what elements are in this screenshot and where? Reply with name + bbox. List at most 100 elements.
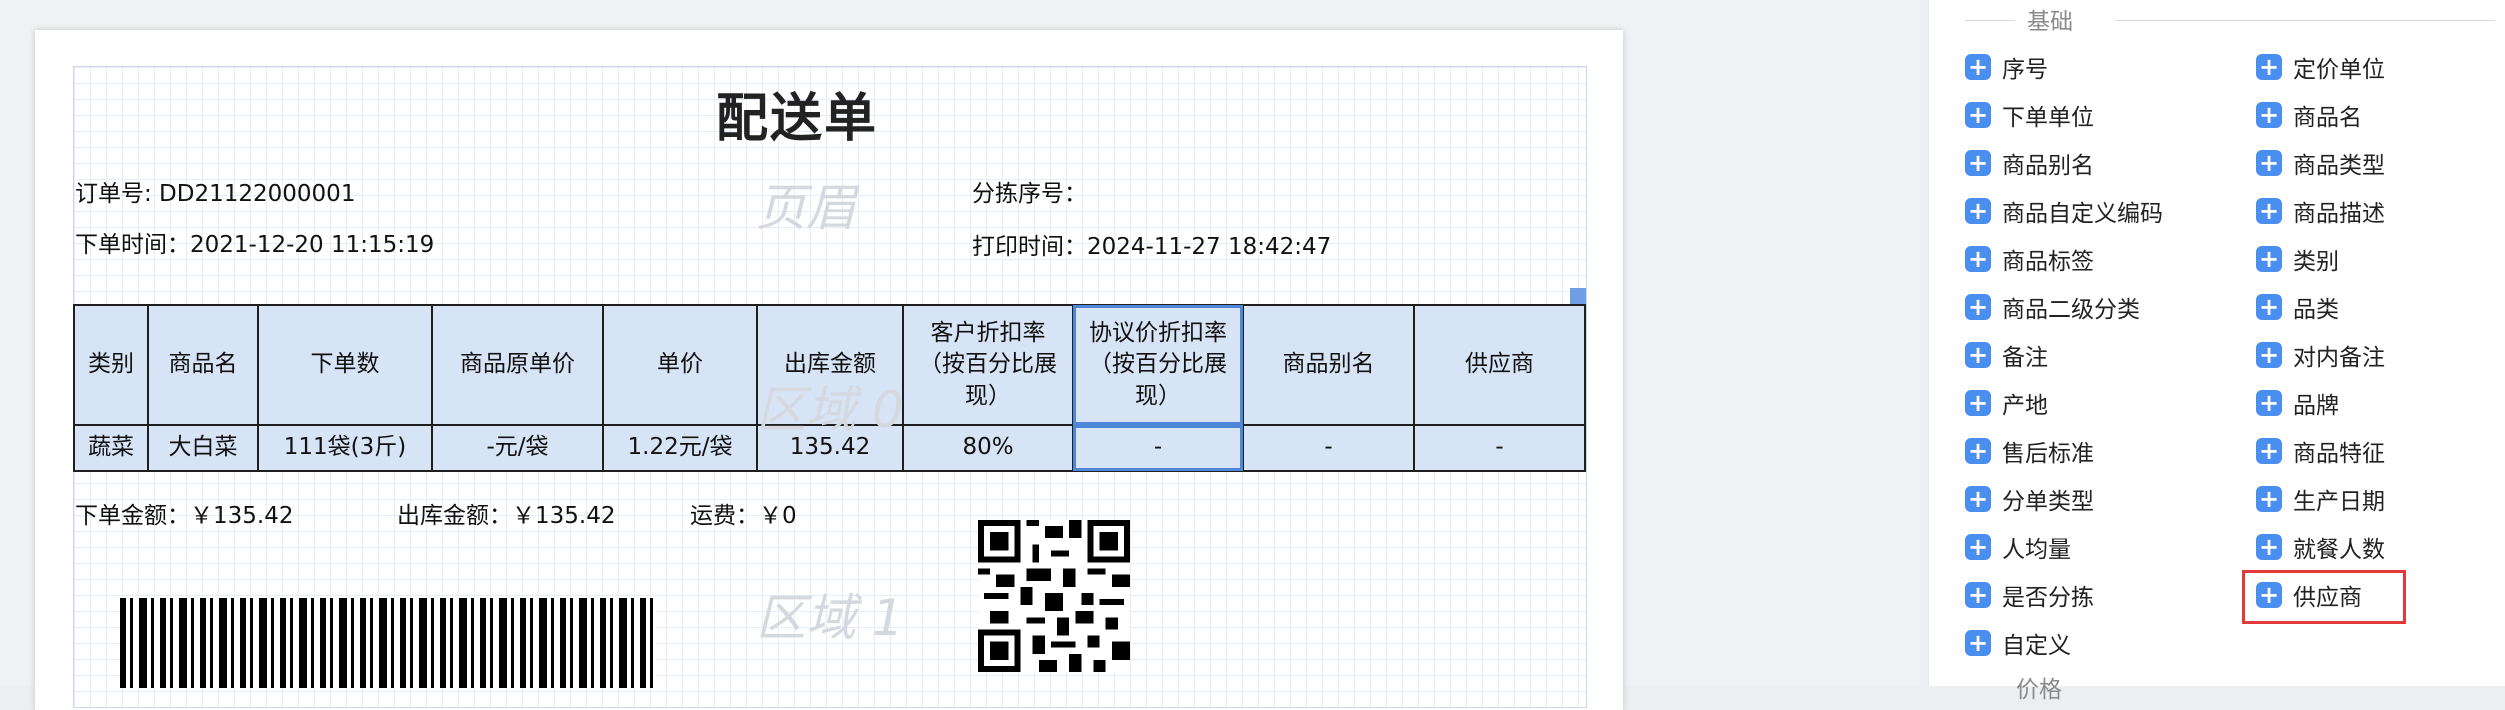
plus-icon[interactable]: +: [2256, 486, 2282, 512]
field-item[interactable]: + 就餐人数: [2256, 529, 2385, 565]
table-cell[interactable]: 蔬菜: [73, 424, 149, 472]
plus-icon[interactable]: +: [2256, 390, 2282, 416]
divider: [2115, 20, 2495, 21]
field-item[interactable]: + 品牌: [2256, 385, 2339, 421]
plus-icon[interactable]: +: [1965, 438, 1991, 464]
field-item[interactable]: + 商品类型: [2256, 145, 2385, 181]
field-item[interactable]: + 商品别名: [1965, 145, 2094, 181]
field-item[interactable]: + 商品自定义编码: [1965, 193, 2163, 229]
order-time-field[interactable]: 下单时间：2021-12-20 11:15:19: [75, 225, 434, 259]
field-item-label: 类别: [2293, 249, 2339, 275]
plus-icon[interactable]: +: [2256, 246, 2282, 272]
table-cell[interactable]: 大白菜: [147, 424, 259, 472]
table-cell[interactable]: 80%: [902, 424, 1074, 472]
field-item-label: 备注: [2002, 345, 2048, 371]
plus-icon[interactable]: +: [1965, 150, 1991, 176]
field-item-label: 商品描述: [2293, 201, 2385, 227]
plus-icon[interactable]: +: [1965, 582, 1991, 608]
plus-icon[interactable]: +: [1965, 294, 1991, 320]
plus-icon[interactable]: +: [1965, 342, 1991, 368]
field-item[interactable]: + 人均量: [1965, 529, 2071, 565]
field-item-label: 自定义: [2002, 633, 2071, 659]
print-time-field[interactable]: 打印时间：2024-11-27 18:42:47: [972, 227, 1331, 261]
highlight-box-supplier: [2242, 570, 2406, 624]
field-item[interactable]: + 对内备注: [2256, 337, 2385, 373]
plus-icon[interactable]: +: [1965, 486, 1991, 512]
table-cell[interactable]: -: [1413, 424, 1586, 472]
plus-icon[interactable]: +: [2256, 54, 2282, 80]
section-title-price: 价格: [2016, 677, 2062, 703]
field-item[interactable]: + 商品描述: [2256, 193, 2385, 229]
plus-icon[interactable]: +: [1965, 102, 1991, 128]
table-header-cell[interactable]: 下单数: [257, 304, 433, 426]
plus-icon[interactable]: +: [1965, 534, 1991, 560]
field-item[interactable]: + 分单类型: [1965, 481, 2094, 517]
table-header-cell[interactable]: 单价: [602, 304, 758, 426]
qrcode-image[interactable]: [978, 520, 1130, 672]
field-item-label: 定价单位: [2293, 57, 2385, 83]
header-watermark: 页眉: [756, 179, 856, 237]
field-item-label: 商品特征: [2293, 441, 2385, 467]
region0-watermark: 区域 0: [756, 381, 904, 439]
order-amount-field[interactable]: 下单金额：￥135.42: [75, 496, 293, 530]
field-item[interactable]: + 是否分拣: [1965, 577, 2094, 613]
table-header-cell[interactable]: 类别: [73, 304, 149, 426]
plus-icon[interactable]: +: [1965, 390, 1991, 416]
plus-icon[interactable]: +: [2256, 198, 2282, 224]
plus-icon[interactable]: +: [2256, 102, 2282, 128]
order-no-field[interactable]: 订单号: DD21122000001: [75, 174, 355, 208]
table-header-cell[interactable]: 客户折扣率（按百分比展现）: [902, 304, 1074, 426]
field-item-label: 对内备注: [2293, 345, 2385, 371]
field-item[interactable]: + 自定义: [1965, 625, 2071, 661]
table-header-cell[interactable]: 供应商: [1413, 304, 1586, 426]
out-amount-field[interactable]: 出库金额：￥135.42: [397, 496, 615, 530]
field-item-label: 商品自定义编码: [2002, 201, 2163, 227]
field-item-label: 生产日期: [2293, 489, 2385, 515]
table-header-cell[interactable]: 商品原单价: [431, 304, 604, 426]
field-item-label: 序号: [2002, 57, 2048, 83]
plus-icon[interactable]: +: [1965, 198, 1991, 224]
field-item[interactable]: + 商品二级分类: [1965, 289, 2140, 325]
table-cell[interactable]: -: [1242, 424, 1415, 472]
plus-icon[interactable]: +: [2256, 534, 2282, 560]
divider: [1965, 20, 2015, 21]
resize-handle[interactable]: [1570, 288, 1586, 304]
field-item-label: 商品名: [2293, 105, 2362, 131]
sort-no-field[interactable]: 分拣序号：: [972, 174, 1087, 208]
plus-icon[interactable]: +: [1965, 246, 1991, 272]
field-item[interactable]: + 商品标签: [1965, 241, 2094, 277]
designer-canvas: 配送单 页眉 订单号: DD21122000001 下单时间：2021-12-2…: [0, 0, 1920, 710]
field-item[interactable]: + 品类: [2256, 289, 2339, 325]
plus-icon[interactable]: +: [1965, 54, 1991, 80]
field-item-label: 售后标准: [2002, 441, 2094, 467]
table-cell[interactable]: -元/袋: [431, 424, 604, 472]
plus-icon[interactable]: +: [2256, 342, 2282, 368]
field-item[interactable]: + 生产日期: [2256, 481, 2385, 517]
field-item[interactable]: + 商品名: [2256, 97, 2362, 133]
field-item[interactable]: + 下单单位: [1965, 97, 2094, 133]
document-title[interactable]: 配送单: [716, 76, 878, 151]
plus-icon[interactable]: +: [1965, 630, 1991, 656]
table-header-cell[interactable]: 商品名: [147, 304, 259, 426]
table-cell[interactable]: 1.22元/袋: [602, 424, 758, 472]
field-item[interactable]: + 产地: [1965, 385, 2048, 421]
field-item-label: 是否分拣: [2002, 585, 2094, 611]
field-item[interactable]: + 序号: [1965, 49, 2048, 85]
field-item[interactable]: + 定价单位: [2256, 49, 2385, 85]
field-item[interactable]: + 商品特征: [2256, 433, 2385, 469]
table-header-cell[interactable]: 商品别名: [1242, 304, 1415, 426]
table-cell-selected[interactable]: -: [1072, 424, 1244, 472]
field-item[interactable]: + 类别: [2256, 241, 2339, 277]
field-item-label: 下单单位: [2002, 105, 2094, 131]
freight-field[interactable]: 运费：￥0: [690, 496, 797, 530]
plus-icon[interactable]: +: [2256, 150, 2282, 176]
plus-icon[interactable]: +: [2256, 294, 2282, 320]
table-header-cell-selected[interactable]: 协议价折扣率（按百分比展现）: [1072, 304, 1244, 426]
plus-icon[interactable]: +: [2256, 438, 2282, 464]
barcode-image[interactable]: [120, 598, 658, 688]
field-item[interactable]: + 售后标准: [1965, 433, 2094, 469]
table-cell[interactable]: 111袋(3斤): [257, 424, 433, 472]
section-header-basic: 基础: [1929, 2, 2505, 36]
field-item-label: 商品类型: [2293, 153, 2385, 179]
field-item[interactable]: + 备注: [1965, 337, 2048, 373]
